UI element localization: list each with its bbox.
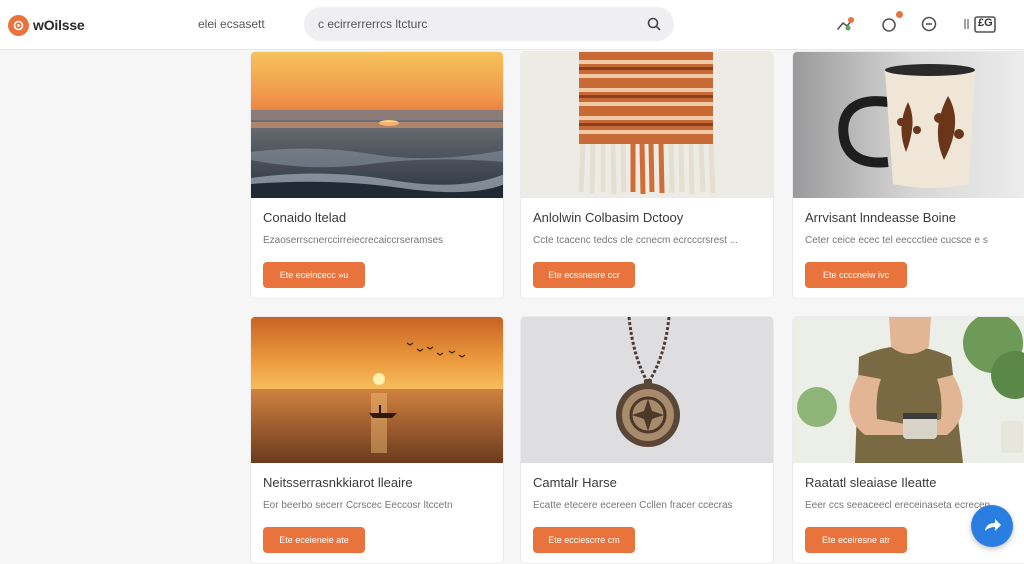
product-image[interactable] bbox=[521, 317, 773, 463]
product-image[interactable] bbox=[251, 52, 503, 198]
product-card[interactable]: Conaido ltelad Ezaoserrscnerccirreiecrec… bbox=[250, 51, 504, 299]
top-bar: wOilsse elei ecsasett c ecirrerrerrcs lt… bbox=[0, 0, 1024, 50]
product-title: Anlolwin Colbasim Dctooy bbox=[533, 210, 684, 225]
logo-text: wOilsse bbox=[33, 17, 85, 33]
search-input[interactable]: c ecirrerrerrcs ltcturc bbox=[318, 17, 427, 31]
product-description: Ecatte etecere ecereen Ccllen fracer cce… bbox=[533, 500, 733, 511]
product-card[interactable]: Camtalr Harse Ecatte etecere ecereen Ccl… bbox=[520, 316, 774, 564]
share-arrow-icon bbox=[985, 519, 1001, 531]
product-card[interactable]: Arrvisant lnndeasse Boine Ceter ceice ec… bbox=[792, 51, 1024, 299]
product-title: Conaido ltelad bbox=[263, 210, 347, 225]
product-action-button[interactable]: Ete ecciescrre cm bbox=[533, 527, 635, 553]
product-card[interactable]: Neitsserrasnkkiarot lleaire Eor beerbo s… bbox=[250, 316, 504, 564]
product-action-button[interactable]: Ete eceiresne atr bbox=[805, 527, 907, 553]
product-image[interactable] bbox=[793, 317, 1024, 463]
logo[interactable]: wOilsse bbox=[8, 14, 85, 36]
product-action-button[interactable]: Ete ecssnesre ccr bbox=[533, 262, 635, 288]
product-title: Neitsserrasnkkiarot lleaire bbox=[263, 475, 413, 490]
product-title: Arrvisant lnndeasse Boine bbox=[805, 210, 957, 225]
product-description: Ceter ceice ecec tel eeccctiee cucsce e … bbox=[805, 235, 988, 246]
wallet-label: £G bbox=[978, 17, 993, 29]
product-action-button[interactable]: Ete ccccneiw ivc bbox=[805, 262, 907, 288]
trend-icon[interactable] bbox=[834, 12, 858, 36]
share-button[interactable] bbox=[971, 505, 1013, 547]
product-image[interactable] bbox=[251, 317, 503, 463]
product-title: Camtalr Harse bbox=[533, 475, 617, 490]
product-description: Eor beerbo secerr Ccrscec Eeccosr ltccet… bbox=[263, 500, 453, 511]
logo-icon bbox=[8, 14, 29, 36]
nav-link[interactable]: elei ecsasett bbox=[198, 17, 265, 31]
notification-badge bbox=[895, 10, 904, 19]
product-card[interactable]: Anlolwin Colbasim Dctooy Ccte tcacenc te… bbox=[520, 51, 774, 299]
search-bar[interactable]: c ecirrerrerrcs ltcturc bbox=[304, 7, 674, 41]
search-icon[interactable] bbox=[646, 16, 662, 32]
settings-icon[interactable] bbox=[917, 12, 941, 36]
wallet-icon[interactable]: £G bbox=[962, 12, 1002, 36]
product-action-button[interactable]: Ete eceieneie ate bbox=[263, 527, 365, 553]
product-title: Raatatl sleaiase Ileatte bbox=[805, 475, 937, 490]
product-action-button[interactable]: Ete eceincecc »u bbox=[263, 262, 365, 288]
product-description: Ccte tcacenc tedcs cle ccnecm ecrcccrsre… bbox=[533, 235, 739, 246]
product-image[interactable] bbox=[521, 52, 773, 198]
notification-icon[interactable] bbox=[878, 10, 904, 36]
product-description: Ezaoserrscnerccirreiecrecaiccrseramses bbox=[263, 235, 444, 246]
product-image[interactable] bbox=[793, 52, 1024, 198]
